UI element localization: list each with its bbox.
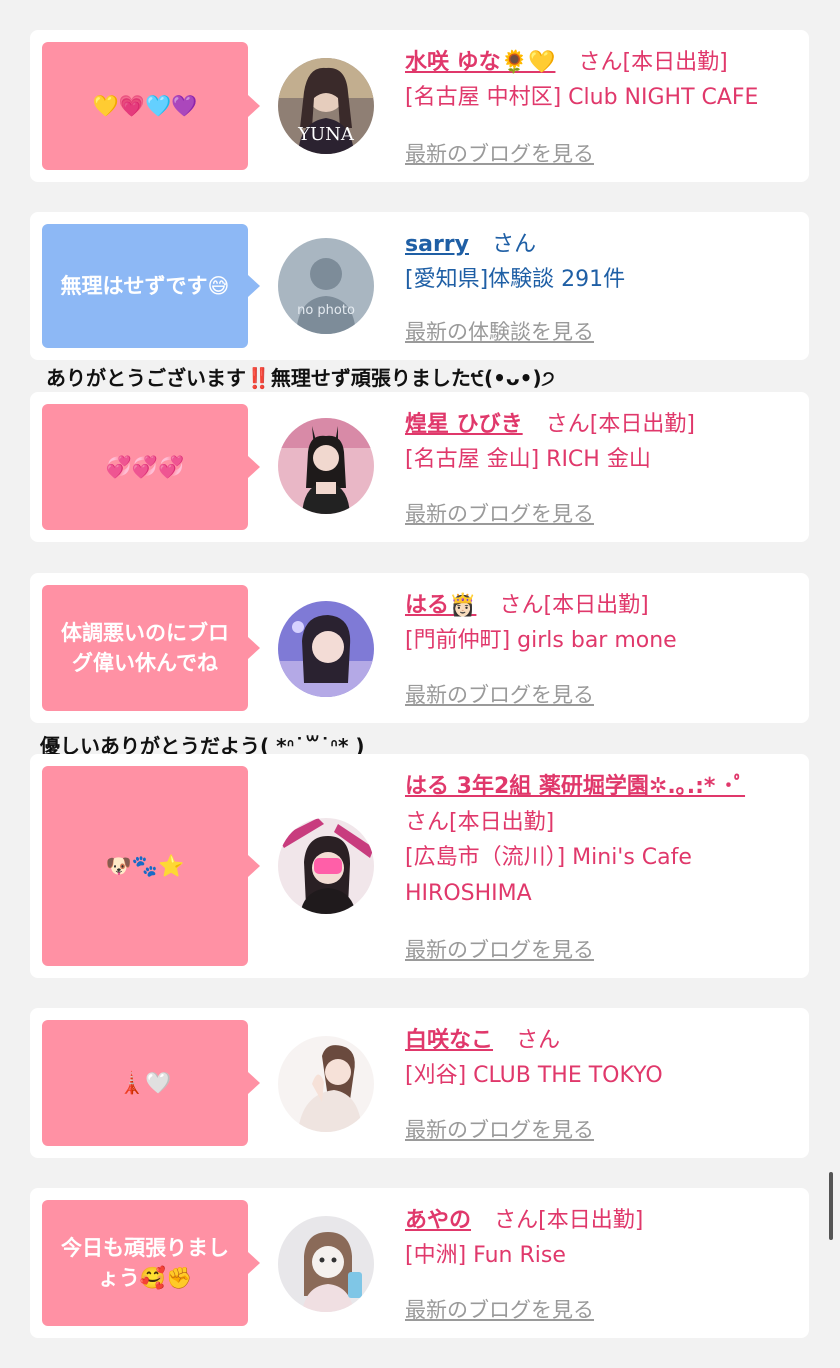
message-text: 🐶🐾⭐️ bbox=[105, 854, 185, 878]
entry-card: 今日も頑張りましょう🥰✊ あやの さん[本日出勤] [中洲] Fun Rise … bbox=[30, 1188, 809, 1338]
shop-info: [名古屋 金山] RICH 金山 bbox=[405, 447, 651, 472]
avatar[interactable] bbox=[278, 1036, 374, 1132]
svg-text:YUNA: YUNA bbox=[297, 124, 355, 145]
entry-card: 無理はせずです😅 no photo sarry さん [愛知県]体験談 291件… bbox=[30, 212, 809, 360]
entry-card: 🐶🐾⭐️ はる 3年2組 薬研堀学園✲.｡.:* ･ﾟ さん[本日出勤] [広島… bbox=[30, 754, 809, 978]
latest-blog-link[interactable]: 最新のブログを見る bbox=[405, 679, 594, 709]
cast-name-link[interactable]: 煌星 ひびき bbox=[405, 412, 523, 437]
cast-status: さん[本日出勤] bbox=[405, 810, 555, 835]
message-text: 💞💞💞 bbox=[105, 455, 185, 479]
message-bubble: 💞💞💞 bbox=[42, 404, 260, 530]
reviewer-name-link[interactable]: sarry bbox=[405, 232, 469, 257]
latest-blog-link[interactable]: 最新のブログを見る bbox=[405, 138, 594, 168]
latest-blog-link[interactable]: 最新のブログを見る bbox=[405, 934, 594, 964]
cast-status: さん[本日出勤] bbox=[545, 412, 695, 437]
cast-status: さん[本日出勤] bbox=[499, 593, 649, 618]
cast-name-link[interactable]: 水咲 ゆな🌻💛 bbox=[405, 50, 555, 75]
cast-status: さん bbox=[516, 1028, 561, 1053]
entry-card: 💛💗🩵💜 YUNA 水咲 ゆな🌻💛 さん[本日出勤] [名古屋 中村区] Clu… bbox=[30, 30, 809, 182]
message-bubble: 無理はせずです😅 bbox=[42, 224, 260, 348]
avatar[interactable]: YUNA bbox=[278, 58, 374, 154]
shop-info: [中洲] Fun Rise bbox=[405, 1243, 566, 1268]
message-text: 無理はせずです😅 bbox=[60, 274, 230, 298]
message-text: 🗼🤍 bbox=[118, 1071, 172, 1095]
message-bubble: 今日も頑張りましょう🥰✊ bbox=[42, 1200, 260, 1326]
entry-card: 体調悪いのにブログ偉い休んでね はる👸🏻 さん[本日出勤] [門前仲町] gir… bbox=[30, 573, 809, 723]
cast-name-link[interactable]: あやの bbox=[405, 1208, 471, 1233]
latest-blog-link[interactable]: 最新のブログを見る bbox=[405, 1294, 594, 1324]
message-bubble: 🗼🤍 bbox=[42, 1020, 260, 1146]
shop-info: [名古屋 中村区] Club NIGHT CAFE bbox=[405, 85, 759, 110]
review-info: [愛知県]体験談 291件 bbox=[405, 267, 626, 292]
svg-text:no photo: no photo bbox=[297, 303, 355, 318]
latest-blog-link[interactable]: 最新のブログを見る bbox=[405, 1114, 594, 1144]
reply-comment: ありがとうございます‼️無理せず頑張りました੯(•ᴗ•)੭ bbox=[46, 366, 555, 390]
avatar[interactable]: no photo bbox=[278, 238, 374, 334]
message-bubble: 💛💗🩵💜 bbox=[42, 42, 260, 170]
message-text: 今日も頑張りましょう🥰✊ bbox=[61, 1236, 229, 1290]
reviewer-suffix: さん bbox=[492, 232, 537, 257]
shop-info: [広島市（流川）] Mini's Cafe bbox=[405, 845, 692, 870]
entry-card: 💞💞💞 煌星 ひびき さん[本日出勤] [名古屋 金山] RICH 金山 最新の… bbox=[30, 392, 809, 542]
cast-status: さん[本日出勤] bbox=[494, 1208, 644, 1233]
avatar[interactable] bbox=[278, 818, 374, 914]
shop-info: [刈谷] CLUB THE TOKYO bbox=[405, 1063, 663, 1088]
message-text: 体調悪いのにブログ偉い休んでね bbox=[61, 621, 229, 675]
cast-name-link[interactable]: はる👸🏻 bbox=[405, 593, 476, 618]
avatar[interactable] bbox=[278, 1216, 374, 1312]
message-bubble: 🐶🐾⭐️ bbox=[42, 766, 260, 966]
shop-info-cont: HIROSHIMA bbox=[405, 881, 532, 906]
message-bubble: 体調悪いのにブログ偉い休んでね bbox=[42, 585, 260, 711]
scrollbar[interactable] bbox=[829, 1172, 833, 1240]
cast-name-link[interactable]: はる 3年2組 薬研堀学園✲.｡.:* ･ﾟ bbox=[405, 768, 745, 800]
latest-review-link[interactable]: 最新の体験談を見る bbox=[405, 316, 594, 346]
shop-info: [門前仲町] girls bar mone bbox=[405, 628, 677, 653]
avatar[interactable] bbox=[278, 601, 374, 697]
entry-card: 🗼🤍 白咲なこ さん [刈谷] CLUB THE TOKYO 最新のブログを見る bbox=[30, 1008, 809, 1158]
avatar[interactable] bbox=[278, 418, 374, 514]
cast-status: さん[本日出勤] bbox=[578, 50, 728, 75]
cast-name-link[interactable]: 白咲なこ bbox=[405, 1028, 493, 1053]
latest-blog-link[interactable]: 最新のブログを見る bbox=[405, 498, 594, 528]
message-text: 💛💗🩵💜 bbox=[92, 94, 198, 118]
